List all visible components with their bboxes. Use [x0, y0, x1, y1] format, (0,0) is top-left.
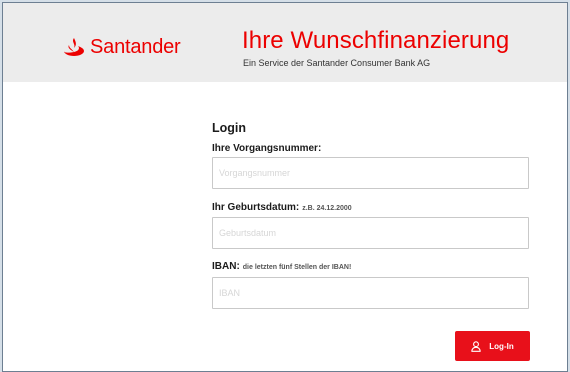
logo-text: Santander — [90, 35, 181, 58]
santander-flame-icon — [63, 37, 85, 57]
iban-label: IBAN: die letzten fünf Stellen der IBAN! — [212, 261, 351, 272]
vorgangsnummer-label-text: Ihre Vorgangsnummer: — [212, 143, 322, 154]
login-heading: Login — [212, 121, 247, 135]
geburtsdatum-hint: z.B. 24.12.2000 — [302, 205, 352, 212]
iban-input[interactable] — [212, 277, 529, 309]
iban-hint: die letzten fünf Stellen der IBAN! — [242, 264, 352, 271]
page-subtitle: Ein Service der Santander Consumer Bank … — [243, 58, 431, 68]
vorgangsnummer-label: Ihre Vorgangsnummer: — [212, 143, 321, 154]
santander-logo[interactable]: Santander — [63, 35, 181, 59]
login-button[interactable]: Log-In — [455, 331, 530, 361]
user-icon — [471, 340, 482, 352]
vorgangsnummer-input[interactable] — [212, 157, 529, 189]
login-button-label: Log-In — [489, 341, 514, 351]
geburtsdatum-label: Ihr Geburtsdatum: z.B. 24.12.2000 — [212, 202, 352, 213]
page-title: Ihre Wunschfinanzierung — [242, 27, 510, 54]
iban-label-text: IBAN: — [212, 261, 240, 272]
geburtsdatum-input[interactable] — [212, 217, 529, 249]
geburtsdatum-label-text: Ihr Geburtsdatum: — [212, 202, 300, 213]
